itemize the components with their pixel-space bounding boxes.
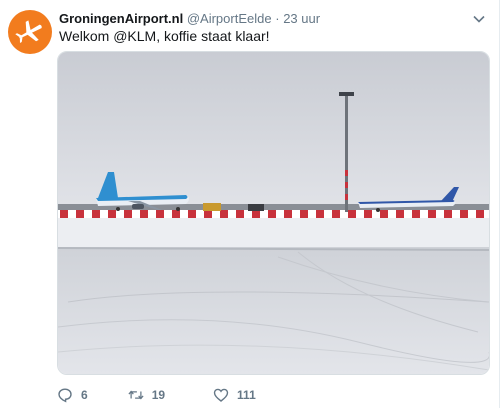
tweet-header: GroningenAirport.nl @AirportEelde · 23 u… <box>59 11 320 26</box>
retweet-count: 19 <box>151 388 166 402</box>
tweet-text: Welkom @KLM, koffie staat klaar! <box>59 28 270 44</box>
chevron-down-icon[interactable] <box>472 12 486 26</box>
reply-icon <box>58 388 72 403</box>
like-icon <box>213 388 229 402</box>
photo-airport-snow <box>58 52 489 374</box>
tweet-card: GroningenAirport.nl @AirportEelde · 23 u… <box>0 0 500 408</box>
like-count: 111 <box>237 388 256 402</box>
avatar[interactable] <box>8 10 52 54</box>
account-handle[interactable]: @AirportEelde <box>187 11 272 26</box>
reply-button[interactable]: 6 <box>57 387 88 403</box>
retweet-button[interactable]: 19 <box>128 387 165 403</box>
retweet-icon <box>128 390 144 400</box>
account-name[interactable]: GroningenAirport.nl <box>59 11 183 26</box>
reply-count: 6 <box>81 388 88 402</box>
tweet-timestamp[interactable]: 23 uur <box>283 11 320 26</box>
tweet-photo[interactable] <box>57 51 490 375</box>
tweet-actions: 6 19 111 <box>57 386 256 404</box>
airplane-icon <box>15 20 42 43</box>
header-separator: · <box>275 11 280 26</box>
like-button[interactable]: 111 <box>213 387 256 403</box>
